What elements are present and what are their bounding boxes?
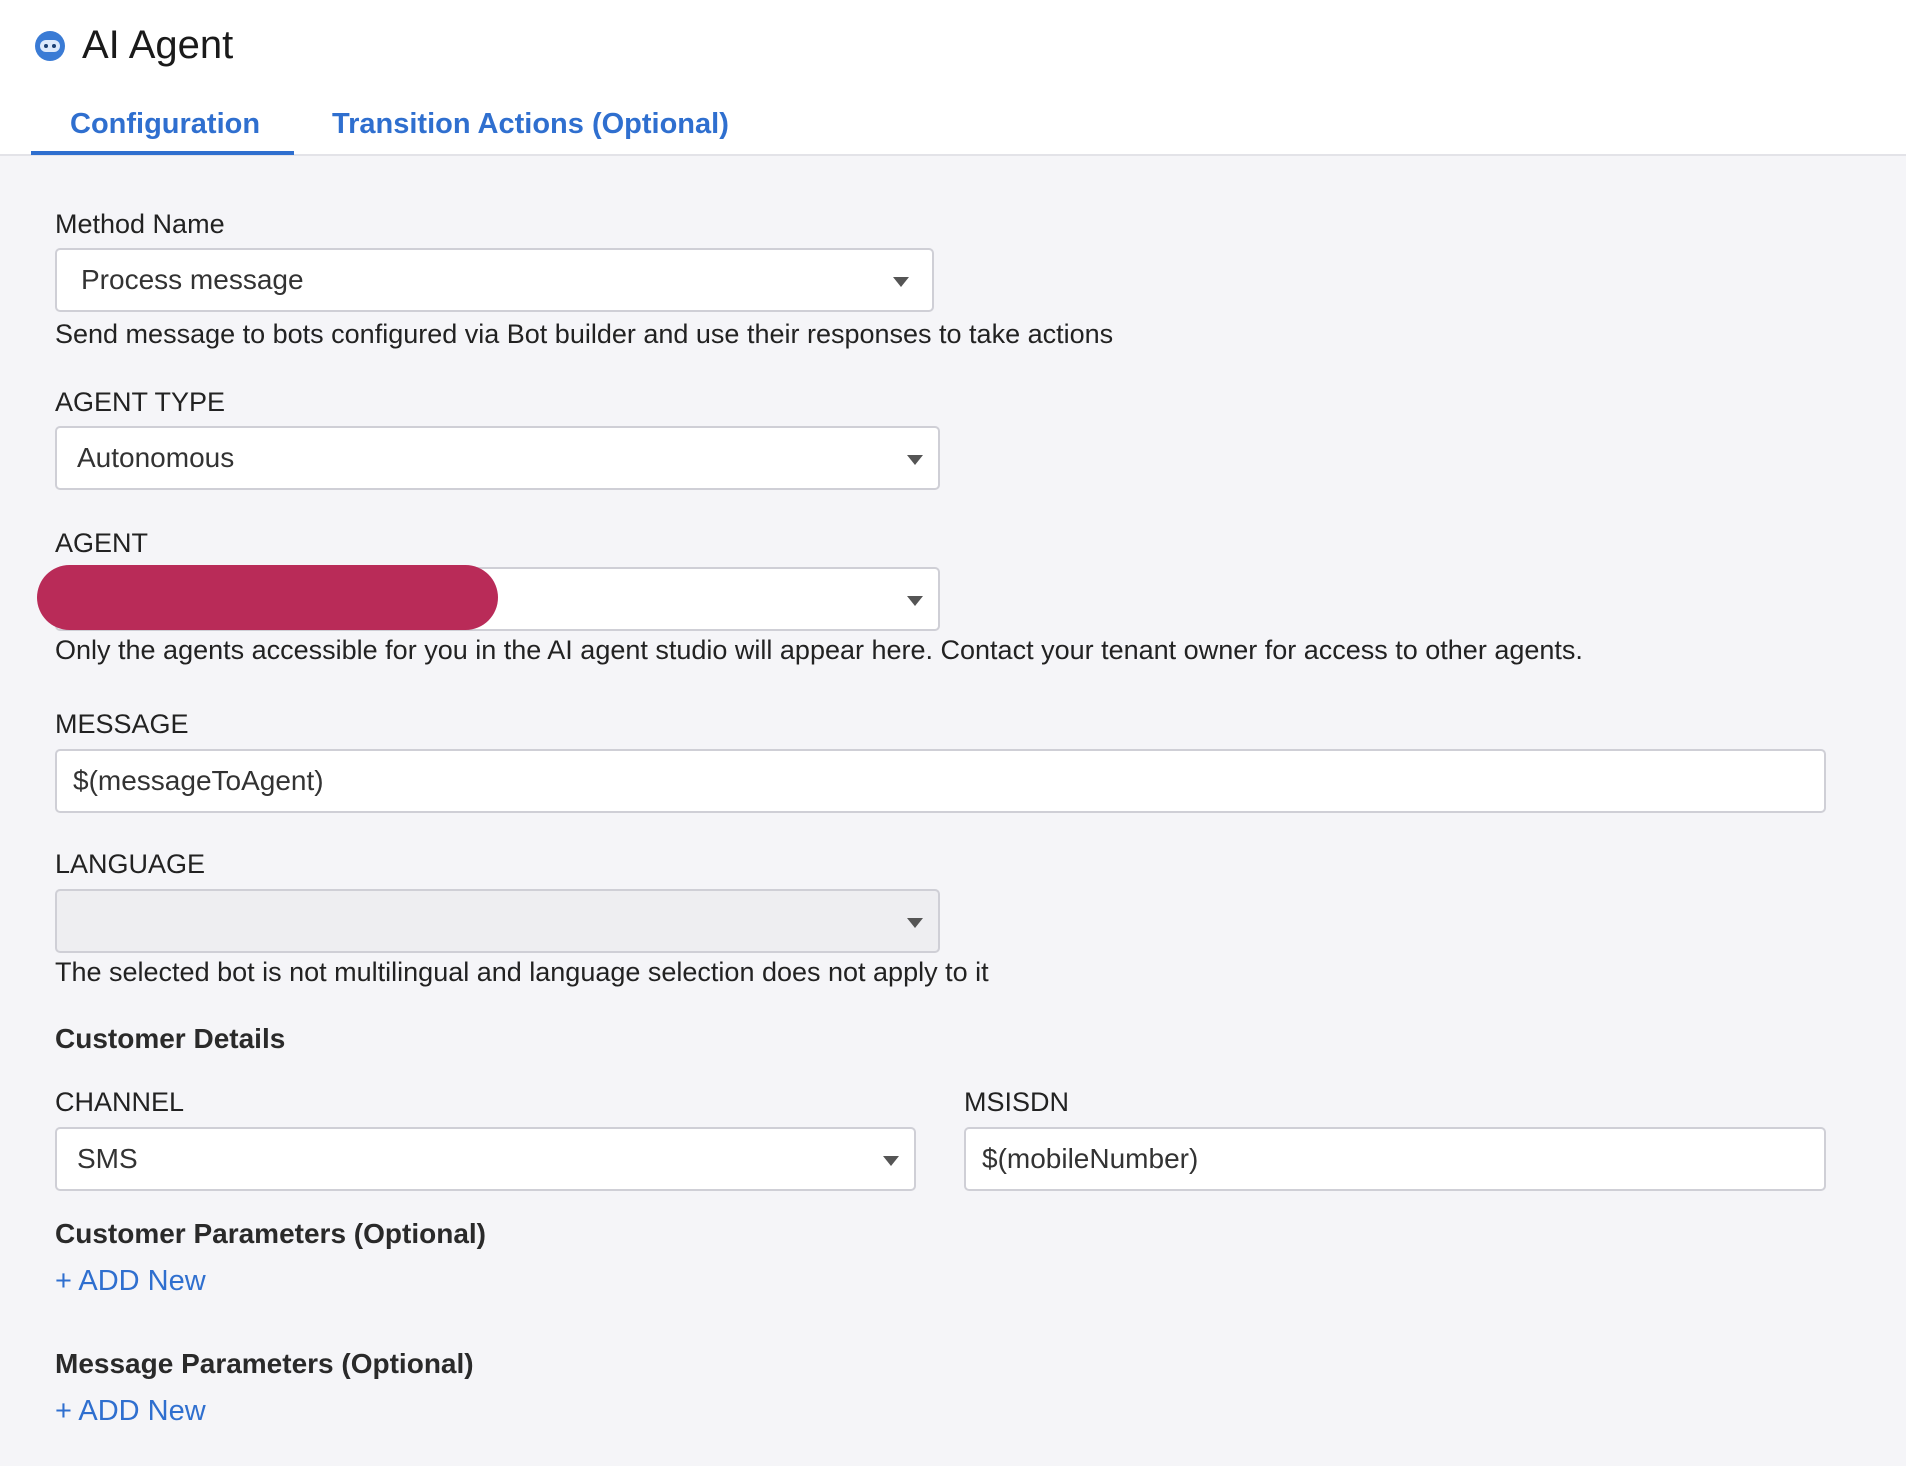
chevron-down-icon [907,455,923,465]
chevron-down-icon [907,918,923,928]
method-name-value: Process message [81,264,304,295]
header: AI Agent Configuration Transition Action… [0,0,1906,156]
active-tab-indicator [31,151,294,155]
language-select[interactable] [55,889,940,953]
tab-configuration[interactable]: Configuration [70,106,260,142]
message-value: $(messageToAgent) [73,765,324,796]
agent-type-label: AGENT TYPE [55,387,226,417]
chevron-down-icon [907,596,923,606]
add-message-parameter-button[interactable]: + ADD New [55,1394,206,1428]
language-help: The selected bot is not multilingual and… [55,957,989,987]
channel-label: CHANNEL [55,1087,185,1117]
chevron-down-icon [893,277,909,287]
agent-help: Only the agents accessible for you in th… [55,635,1583,665]
redaction-mark [37,565,498,630]
language-label: LANGUAGE [55,849,206,879]
method-name-select[interactable]: Process message [55,248,934,312]
agent-type-select[interactable]: Autonomous [55,426,940,490]
message-label: MESSAGE [55,709,189,739]
method-name-help: Send message to bots configured via Bot … [55,319,1114,349]
page-title: AI Agent [82,23,234,67]
bot-eye-right [52,44,56,48]
channel-select[interactable]: SMS [55,1127,916,1191]
message-parameters-title: Message Parameters (Optional) [55,1348,474,1379]
agent-type-value: Autonomous [77,442,235,473]
msisdn-input[interactable]: $(mobileNumber) [964,1127,1826,1191]
tab-transition-actions[interactable]: Transition Actions (Optional) [332,106,729,142]
agent-label: AGENT [55,528,149,558]
bot-eye-left [44,44,48,48]
message-input[interactable]: $(messageToAgent) [55,749,1826,813]
add-customer-parameter-button[interactable]: + ADD New [55,1264,206,1298]
bot-icon [35,31,65,61]
customer-details-title: Customer Details [55,1023,286,1054]
msisdn-value: $(mobileNumber) [982,1143,1199,1174]
channel-value: SMS [77,1143,138,1174]
msisdn-label: MSISDN [964,1087,1070,1117]
chevron-down-icon [883,1156,899,1166]
bot-face [40,40,60,52]
method-name-label: Method Name [55,209,225,239]
customer-parameters-title: Customer Parameters (Optional) [55,1218,486,1249]
